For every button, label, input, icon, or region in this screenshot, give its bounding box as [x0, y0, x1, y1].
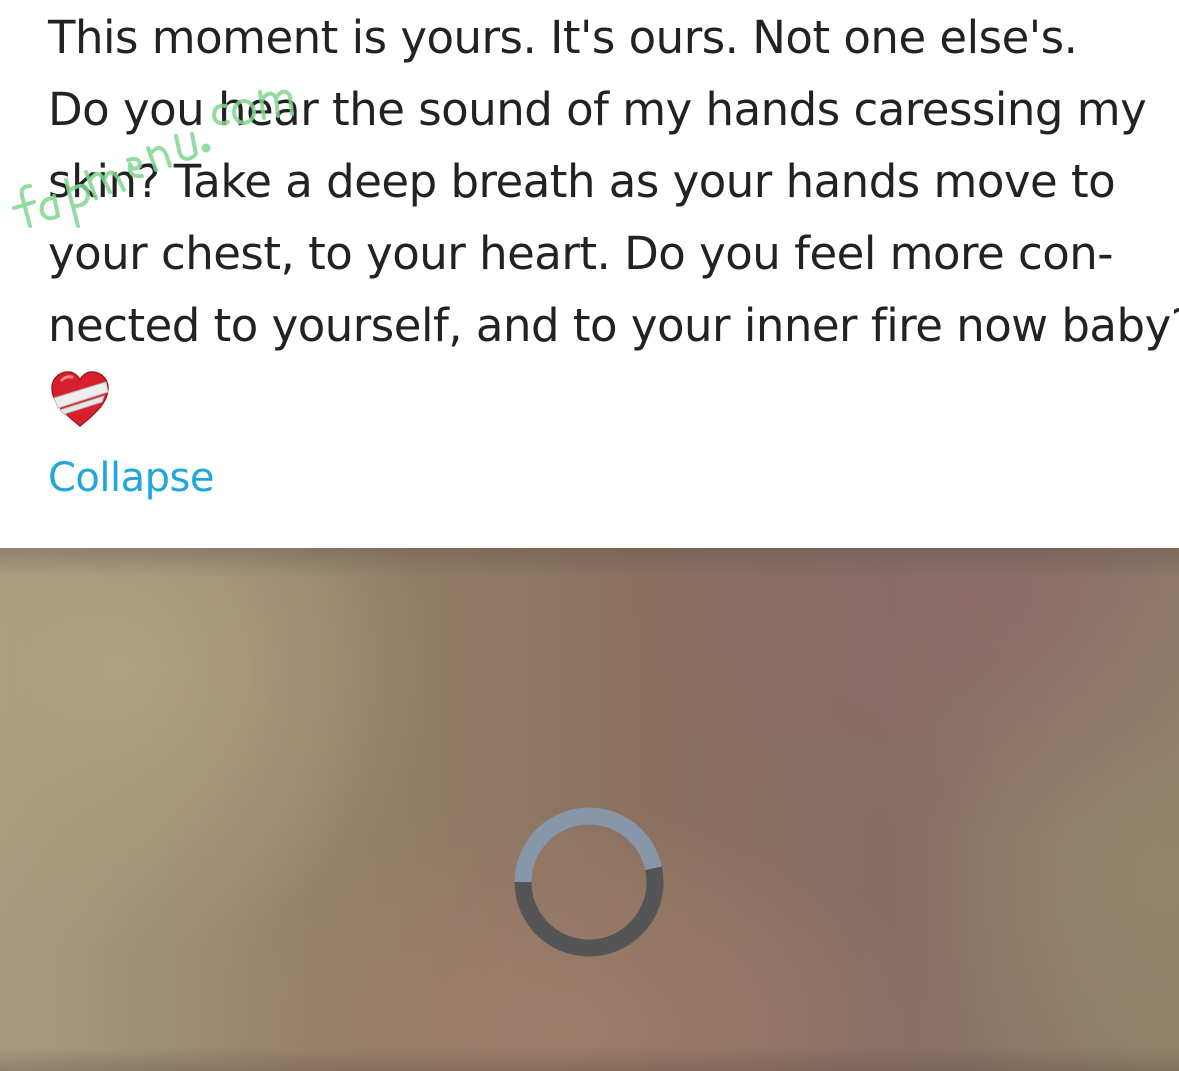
post-text-line: skin? Take a deep breath as your hands m… — [48, 155, 1116, 208]
post-text-line: This moment is yours. It's ours. Not one… — [48, 11, 1078, 64]
post-body-text: This moment is yours. It's ours. Not one… — [48, 0, 1179, 362]
media-preview[interactable] — [0, 548, 1179, 1071]
loading-spinner-icon — [513, 806, 665, 958]
post-text-line: Do you hear the sound of my hands caress… — [48, 83, 1147, 136]
media-top-shade — [0, 548, 1179, 578]
mending-heart-icon — [48, 368, 112, 432]
post-text-line: your chest, to your heart. Do you feel m… — [48, 227, 1114, 280]
media-bottom-shade — [0, 1047, 1179, 1071]
post-text-line: nected to yourself, and to your inner fi… — [48, 299, 1179, 352]
collapse-link[interactable]: Collapse — [48, 452, 214, 504]
post-page: This moment is yours. It's ours. Not one… — [0, 0, 1179, 1071]
